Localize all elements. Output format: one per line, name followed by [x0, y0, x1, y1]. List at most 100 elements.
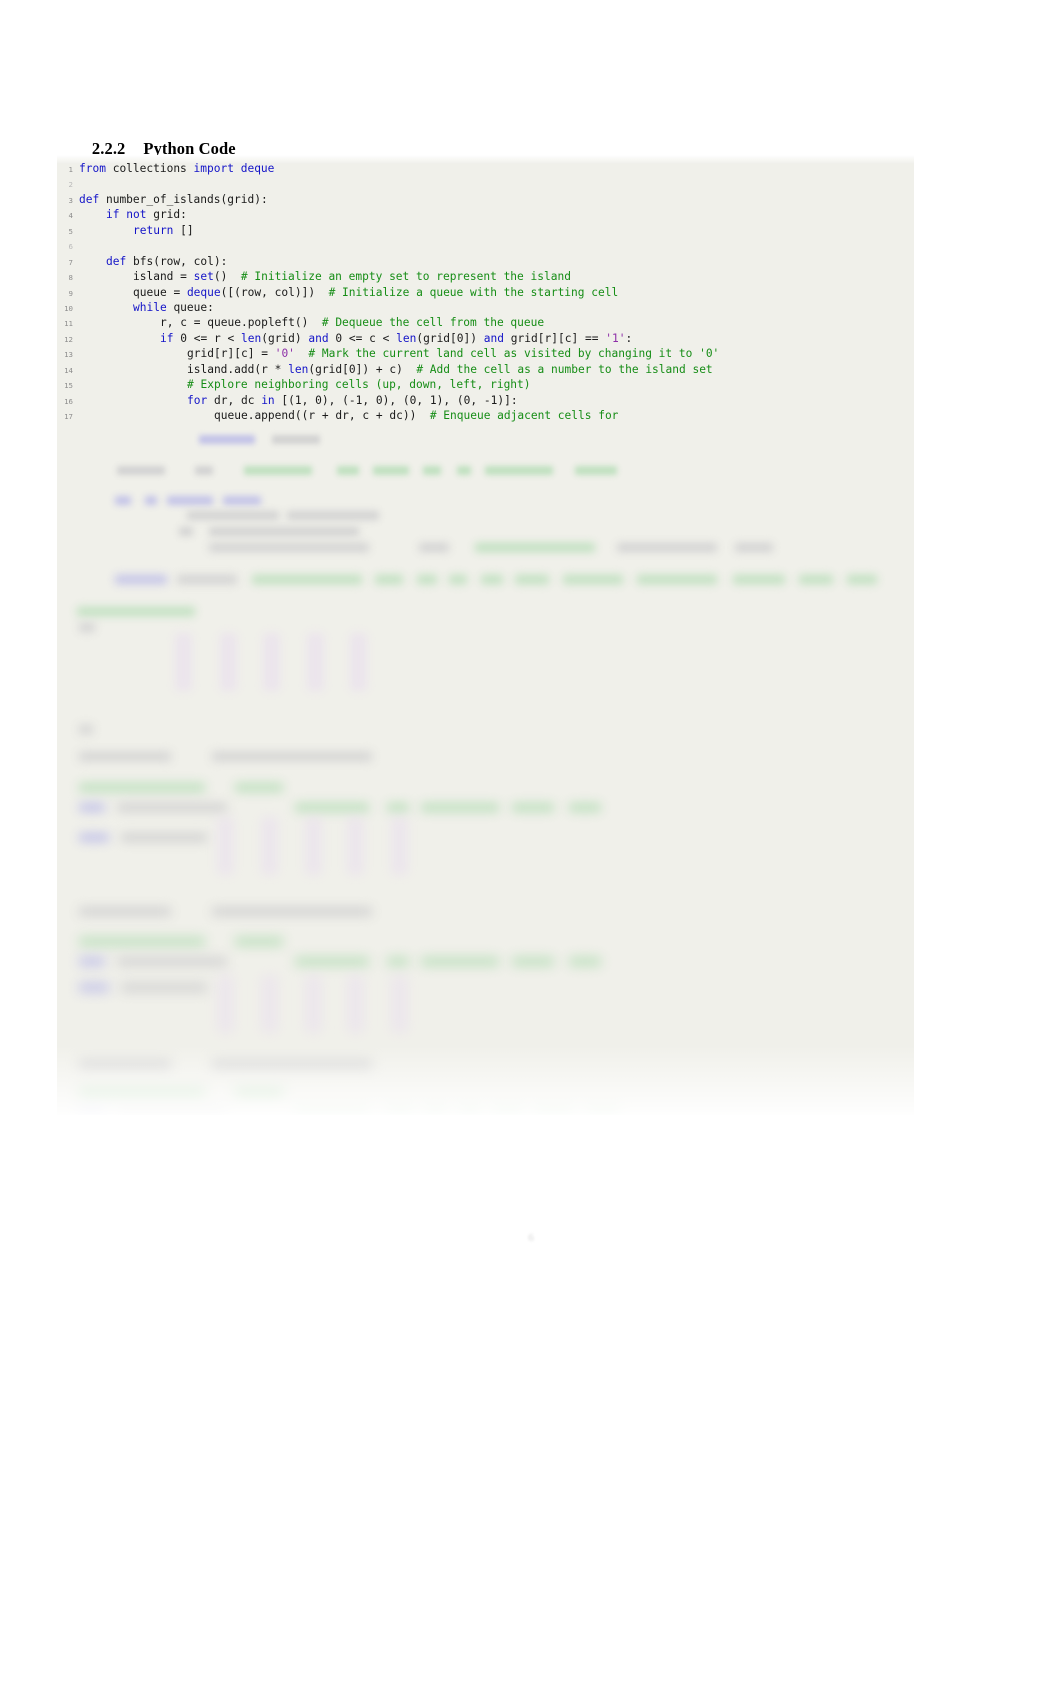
obscured-token — [252, 575, 362, 584]
obscured-token — [847, 575, 877, 584]
obscured-token — [79, 907, 171, 916]
obscured-token — [117, 957, 227, 966]
obscured-token — [515, 575, 549, 584]
obscured-token — [735, 543, 773, 552]
code-line: 17 queue.append((r + dr, c + dc)) # Enqu… — [57, 408, 914, 423]
page-number: 6 — [528, 1232, 534, 1244]
obscured-token — [235, 1089, 283, 1098]
obscured-token — [235, 783, 283, 792]
obscured-token — [79, 1109, 105, 1115]
obscured-token — [799, 575, 833, 584]
obscured-token — [117, 1109, 227, 1115]
obscured-token — [421, 803, 499, 812]
obscured-token — [79, 623, 95, 632]
obscured-token — [212, 1060, 372, 1069]
obscured-token — [145, 496, 157, 505]
obscured-token — [637, 575, 717, 584]
obscured-token — [481, 575, 503, 584]
code-line: 13 grid[r][c] = '0' # Mark the current l… — [57, 346, 914, 361]
code-line: 5 return [] — [57, 223, 914, 238]
code-line-number: 8 — [68, 273, 73, 283]
obscured-token — [512, 957, 554, 966]
code-line: 3 def number_of_islands(grid): — [57, 192, 914, 207]
obscured-token — [423, 466, 441, 475]
obscured-token — [121, 983, 207, 992]
obscured-token — [79, 783, 205, 792]
obscured-token — [235, 937, 283, 946]
obscured-token — [117, 803, 227, 812]
obscured-token — [493, 1109, 523, 1115]
obscured-token — [121, 833, 207, 842]
python-code-listing: 1 from collections import deque 2 3 def numb… — [57, 155, 914, 1115]
code-lines: 1 from collections import deque 2 3 def numb… — [57, 161, 914, 423]
obscured-table-2 — [157, 817, 437, 879]
obscured-token — [535, 1109, 573, 1115]
obscured-token — [115, 575, 167, 584]
obscured-token — [617, 543, 717, 552]
obscured-token — [587, 1109, 619, 1115]
obscured-token — [419, 543, 449, 552]
obscured-token — [295, 803, 369, 812]
obscured-token — [79, 957, 105, 966]
obscured-token — [79, 1060, 171, 1069]
obscured-token — [195, 466, 213, 475]
code-line-number: 10 — [64, 303, 73, 313]
obscured-token — [375, 575, 403, 584]
code-line-number: 2 — [68, 180, 73, 190]
code-line: 6 — [57, 238, 914, 253]
code-line-number: 11 — [64, 319, 73, 329]
code-line: 11 r, c = queue.popleft() # Dequeue the … — [57, 315, 914, 330]
code-line-number: 4 — [68, 211, 73, 221]
obscured-token — [563, 575, 623, 584]
obscured-token — [295, 1109, 369, 1115]
obscured-token — [79, 803, 105, 812]
obscured-token — [569, 957, 601, 966]
obscured-token — [387, 803, 409, 812]
obscured-token — [295, 957, 369, 966]
obscured-token — [79, 833, 109, 842]
obscured-token — [417, 575, 437, 584]
obscured-token — [223, 496, 261, 505]
obscured-token — [177, 575, 237, 584]
listing-bottom-fade — [57, 1045, 914, 1115]
code-line-number: 13 — [64, 350, 73, 360]
code-line-number: 14 — [64, 365, 73, 375]
obscured-token — [287, 511, 379, 520]
code-line: 14 island.add(r * len(grid[0]) + c) # Ad… — [57, 362, 914, 377]
obscured-token — [272, 435, 320, 444]
obscured-token — [187, 511, 279, 520]
code-line-number: 12 — [64, 334, 73, 344]
obscured-token — [733, 575, 785, 584]
code-line: 4 if not grid: — [57, 207, 914, 222]
code-line-number: 15 — [64, 381, 73, 391]
obscured-token — [373, 466, 409, 475]
obscured-token — [387, 957, 409, 966]
obscured-token — [212, 752, 372, 761]
obscured-token — [421, 957, 499, 966]
obscured-token — [79, 937, 205, 946]
obscured-token — [209, 543, 369, 552]
obscured-token — [512, 803, 554, 812]
obscured-token — [167, 496, 213, 505]
obscured-token — [212, 907, 372, 916]
obscured-token — [449, 575, 467, 584]
obscured-token — [77, 607, 195, 616]
code-line: 8 island = set() # Initialize an empty s… — [57, 269, 914, 284]
code-line-number: 5 — [68, 226, 73, 236]
document-page: 2.2.2 Python Code 1 from collections impor… — [0, 0, 1062, 1684]
code-line-number: 1 — [68, 165, 73, 174]
obscured-token — [475, 543, 595, 552]
code-line: 9 queue = deque([(row, col)]) # Initiali… — [57, 285, 914, 300]
obscured-token — [459, 1109, 481, 1115]
obscured-token — [425, 1109, 447, 1115]
code-line-number: 17 — [64, 412, 73, 421]
obscured-table-1 — [115, 633, 395, 695]
obscured-token — [179, 527, 193, 536]
obscured-token — [79, 752, 171, 761]
obscured-token — [79, 983, 109, 992]
obscured-token — [79, 1089, 205, 1098]
code-line-number: 16 — [64, 396, 73, 406]
obscured-token — [569, 803, 601, 812]
code-line: 16 for dr, dc in [(1, 0), (-1, 0), (0, 1… — [57, 393, 914, 408]
obscured-token — [199, 435, 255, 444]
